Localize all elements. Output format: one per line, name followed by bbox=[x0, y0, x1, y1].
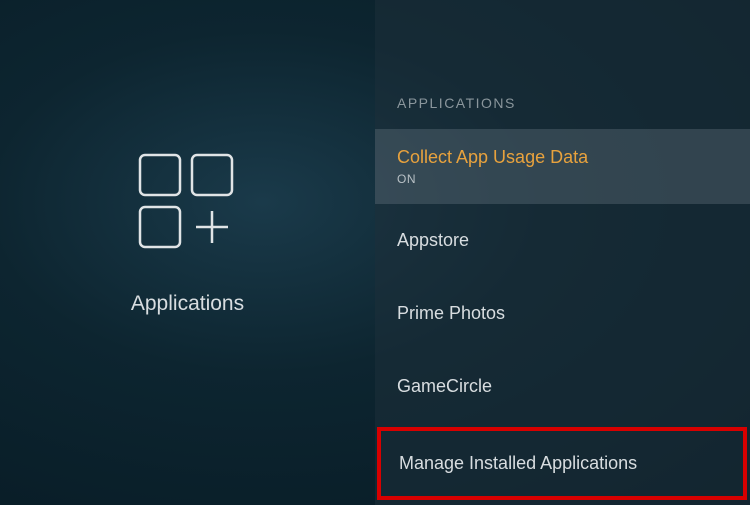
menu-item-label: GameCircle bbox=[397, 376, 728, 397]
applications-icon bbox=[134, 149, 242, 257]
menu-item-label: Prime Photos bbox=[397, 303, 728, 324]
menu-item-sublabel: ON bbox=[397, 172, 728, 186]
applications-header: APPLICATIONS bbox=[375, 95, 750, 129]
right-panel: APPLICATIONS Collect App Usage Data ON A… bbox=[375, 0, 750, 505]
menu-item-collect-app-usage-data[interactable]: Collect App Usage Data ON bbox=[375, 129, 750, 204]
menu-item-appstore[interactable]: Appstore bbox=[375, 204, 750, 277]
section-title: Applications bbox=[131, 292, 244, 316]
menu-item-label: Appstore bbox=[397, 230, 728, 251]
menu-item-manage-installed-applications[interactable]: Manage Installed Applications bbox=[377, 427, 747, 500]
menu-item-label: Collect App Usage Data bbox=[397, 147, 728, 168]
left-panel: Applications bbox=[0, 0, 375, 505]
menu-item-gamecircle[interactable]: GameCircle bbox=[375, 350, 750, 423]
menu-item-label: Manage Installed Applications bbox=[399, 453, 725, 474]
menu-item-prime-photos[interactable]: Prime Photos bbox=[375, 277, 750, 350]
